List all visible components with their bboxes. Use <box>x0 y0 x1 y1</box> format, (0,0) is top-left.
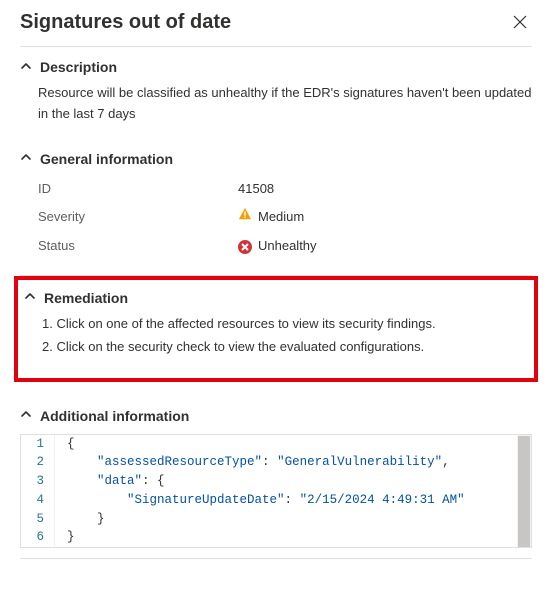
code-row: 6 } <box>21 528 531 547</box>
line-number: 1 <box>21 435 55 454</box>
section-general-info: General information ID 41508 Severity Me… <box>20 139 532 275</box>
code-line: "SignatureUpdateDate": "2/15/2024 4:49:3… <box>55 491 531 510</box>
row-status: Status Unhealthy <box>38 232 532 261</box>
section-toggle-remediation[interactable]: Remediation <box>24 290 528 306</box>
code-row: 4 "SignatureUpdateDate": "2/15/2024 4:49… <box>21 491 531 510</box>
line-number: 4 <box>21 491 55 510</box>
chevron-up-icon <box>20 408 32 423</box>
general-info-body: ID 41508 Severity Medium Status Unhealth… <box>20 167 532 265</box>
code-row: 3 "data": { <box>21 472 531 491</box>
remediation-steps: 1. Click on one of the affected resource… <box>24 306 528 364</box>
code-row: 1 { <box>21 435 531 454</box>
label-severity: Severity <box>38 207 238 228</box>
close-button[interactable] <box>508 10 532 34</box>
code-line: { <box>55 435 531 454</box>
label-id: ID <box>38 179 238 200</box>
panel-title: Signatures out of date <box>20 11 231 34</box>
scrollbar-track[interactable] <box>517 435 531 548</box>
code-line: "assessedResourceType": "GeneralVulnerab… <box>55 453 531 472</box>
divider <box>20 558 532 559</box>
error-icon <box>238 240 252 254</box>
remediation-step: 2. Click on the security check to view t… <box>42 337 528 358</box>
row-id: ID 41508 <box>38 175 532 204</box>
severity-text: Medium <box>258 207 304 228</box>
detail-panel: Signatures out of date Description Resou… <box>0 0 552 579</box>
row-severity: Severity Medium <box>38 203 532 232</box>
line-number: 5 <box>21 510 55 529</box>
remediation-highlight: Remediation 1. Click on one of the affec… <box>14 276 538 382</box>
close-icon <box>513 15 527 29</box>
chevron-up-icon <box>20 151 32 166</box>
section-description: Description Resource will be classified … <box>20 47 532 139</box>
line-number: 6 <box>21 528 55 547</box>
section-title: Additional information <box>40 408 189 424</box>
line-number: 2 <box>21 453 55 472</box>
value-severity: Medium <box>238 207 304 228</box>
section-toggle-description[interactable]: Description <box>20 59 532 75</box>
code-row: 2 "assessedResourceType": "GeneralVulner… <box>21 453 531 472</box>
scrollbar-thumb[interactable] <box>518 436 530 549</box>
section-title: General information <box>40 151 173 167</box>
section-toggle-additional[interactable]: Additional information <box>20 408 532 424</box>
json-code-block[interactable]: 1 { 2 "assessedResourceType": "GeneralVu… <box>20 434 532 549</box>
line-number: 3 <box>21 472 55 491</box>
code-row: 5 } <box>21 510 531 529</box>
value-status: Unhealthy <box>238 236 317 257</box>
description-text: Resource will be classified as unhealthy… <box>20 75 532 129</box>
chevron-up-icon <box>20 60 32 75</box>
code-line: } <box>55 528 531 547</box>
panel-header: Signatures out of date <box>20 10 532 46</box>
remediation-step: 1. Click on one of the affected resource… <box>42 314 528 335</box>
warning-icon <box>238 207 252 228</box>
chevron-up-icon <box>24 290 36 305</box>
label-status: Status <box>38 236 238 257</box>
section-title: Description <box>40 59 117 75</box>
status-text: Unhealthy <box>258 236 317 257</box>
section-remediation: Remediation 1. Click on one of the affec… <box>24 286 528 368</box>
code-line: "data": { <box>55 472 531 491</box>
code-line: } <box>55 510 531 529</box>
value-id: 41508 <box>238 179 274 200</box>
section-additional-info: Additional information 1 { 2 "assessedRe… <box>20 396 532 559</box>
section-toggle-general[interactable]: General information <box>20 151 532 167</box>
section-title: Remediation <box>44 290 128 306</box>
